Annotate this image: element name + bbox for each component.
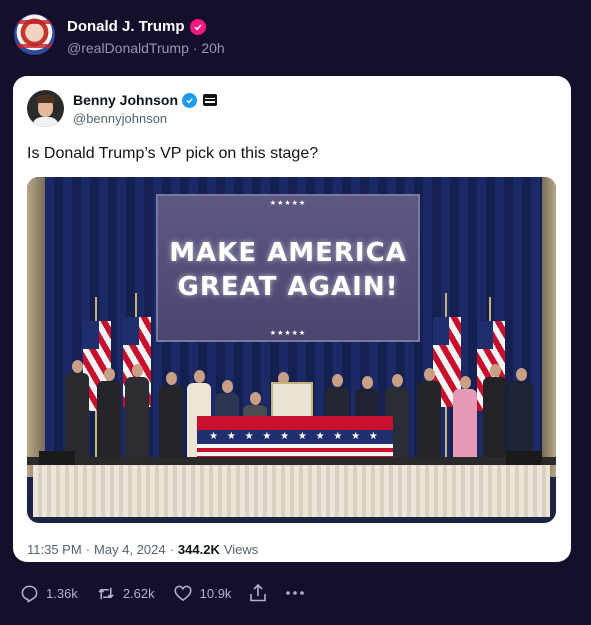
avatar-stripe <box>14 20 55 24</box>
heart-icon <box>173 584 193 603</box>
quoted-author-name[interactable]: Benny Johnson <box>73 92 178 108</box>
post-time-ago[interactable]: 20h <box>201 40 224 56</box>
quoted-author-handle[interactable]: @bennyjohnson <box>73 111 217 126</box>
quoted-author-name-row: Benny Johnson <box>73 92 218 108</box>
podium <box>271 382 313 418</box>
views-label: Views <box>223 542 259 557</box>
post-time[interactable]: 11:35 PM <box>27 542 82 557</box>
pillar-left <box>27 177 45 477</box>
screen-stars-top: ★★★★★ <box>269 200 307 207</box>
stage-screen: ★★★★★ MAKE AMERICA GREAT AGAIN! ★★★★★ <box>156 194 420 342</box>
quoted-author-info: Benny Johnson @bennyjohnson <box>73 92 218 127</box>
person <box>65 360 89 465</box>
stage-speaker <box>506 451 542 465</box>
affiliation-badge-icon[interactable] <box>203 94 218 106</box>
stage-skirt <box>33 465 550 517</box>
quoted-post-header: Benny Johnson @bennyjohnson <box>27 90 218 127</box>
more-dots-icon <box>285 590 305 596</box>
views-count: 344.2K <box>177 542 220 557</box>
footer-separator: · <box>85 542 91 557</box>
person <box>159 372 183 465</box>
quoted-post-footer: 11:35 PM · May 4, 2024 · 344.2K Views <box>27 542 258 557</box>
like-count: 10.9k <box>199 585 232 601</box>
person <box>453 376 477 465</box>
avatar-stripe <box>14 44 55 48</box>
more-options-button[interactable] <box>285 590 305 596</box>
author-handle-row: @realDonaldTrump · 20h <box>67 40 225 56</box>
avatar-hair <box>36 95 55 103</box>
post-header: Donald J. Trump @realDonaldTrump · 20h <box>14 14 225 56</box>
author-display-name[interactable]: Donald J. Trump <box>67 18 185 35</box>
reply-icon <box>20 584 39 603</box>
author-handle[interactable]: @realDonaldTrump <box>67 40 189 56</box>
quoted-post-image[interactable]: ★★★★★ MAKE AMERICA GREAT AGAIN! ★★★★★ ★ … <box>27 177 556 523</box>
like-button[interactable]: 10.9k <box>173 584 232 603</box>
person <box>483 364 507 465</box>
person <box>97 368 121 465</box>
repost-button[interactable]: 2.62k <box>96 584 155 603</box>
banner-stars: ★ ★ ★ ★ ★ ★ ★ ★ ★ ★ <box>197 430 393 444</box>
avatar-shirt <box>32 117 59 127</box>
footer-separator: · <box>169 542 174 557</box>
share-icon <box>249 583 267 603</box>
author-info: Donald J. Trump @realDonaldTrump · 20h <box>67 18 225 56</box>
stage-speaker <box>39 451 75 465</box>
stage-floor <box>27 457 556 465</box>
quoted-post-card[interactable]: Benny Johnson @bennyjohnson Is Donald Tr… <box>13 76 571 562</box>
reply-count: 1.36k <box>46 585 78 601</box>
person <box>417 368 441 465</box>
action-bar: 1.36k 2.62k 10.9k <box>20 583 323 603</box>
repost-count: 2.62k <box>122 585 155 601</box>
reply-button[interactable]: 1.36k <box>20 584 78 603</box>
pillar-right <box>542 177 556 477</box>
quoted-author-avatar[interactable] <box>27 90 64 127</box>
repost-icon <box>96 584 116 603</box>
author-name-row: Donald J. Trump <box>67 18 225 35</box>
handle-separator: · <box>192 40 198 56</box>
author-avatar[interactable] <box>14 14 55 55</box>
post-date[interactable]: May 4, 2024 <box>94 542 166 557</box>
screen-line-1: MAKE AMERICA <box>169 238 407 268</box>
screen-stars-bottom: ★★★★★ <box>269 330 307 337</box>
person <box>125 364 149 465</box>
verified-badge-icon <box>189 18 206 35</box>
share-button[interactable] <box>249 583 267 603</box>
verified-badge-icon <box>182 92 198 108</box>
quoted-post-text: Is Donald Trump’s VP pick on this stage? <box>27 145 319 162</box>
screen-line-2: GREAT AGAIN! <box>177 272 399 302</box>
